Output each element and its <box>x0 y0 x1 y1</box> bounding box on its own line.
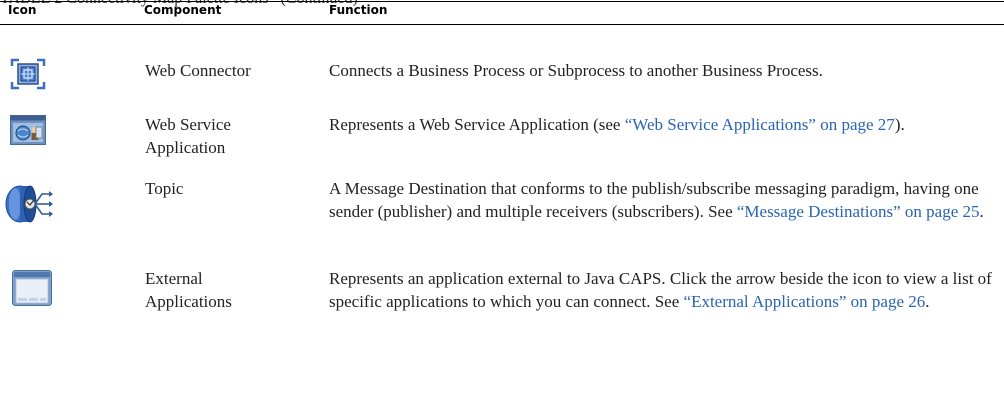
document-page: TABLE 2 Connectivity Map Palette Icons (… <box>0 0 1004 420</box>
component-topic: Topic <box>145 179 184 198</box>
component-external-applications: External Applications <box>145 269 232 311</box>
header-icon: Icon <box>8 3 37 17</box>
function-web-connector: Connects a Business Process or Subproces… <box>329 61 823 80</box>
table-row: Topic A Message Destination that conform… <box>0 170 1004 260</box>
component-web-connector: Web Connector <box>145 61 251 80</box>
function-text-end: . <box>925 292 930 311</box>
function-topic: A Message Destination that conforms to t… <box>329 177 999 223</box>
message-destinations-link[interactable]: “Message Destinations” on page 25 <box>737 202 980 221</box>
table-top-rule <box>0 1 1004 2</box>
function-external-applications: Represents an application external to Ja… <box>329 267 999 313</box>
external-applications-icon <box>12 270 52 311</box>
function-text-end: ). <box>894 115 905 134</box>
function-web-service-application: Represents a Web Service Application (se… <box>329 113 999 136</box>
table-row: External Applications Represents an appl… <box>0 260 1004 350</box>
web-service-applications-link[interactable]: “Web Service Applications” on page 27 <box>625 115 895 134</box>
header-function: Function <box>329 3 388 17</box>
table-row: Web Connector Connects a Business Proces… <box>0 24 1004 106</box>
table-row: Web Service Application Represents a Web… <box>0 106 1004 170</box>
component-web-service-application: Web Service Application <box>145 115 231 157</box>
function-text: Represents a Web Service Application (se… <box>329 115 625 134</box>
external-applications-link[interactable]: “External Applications” on page 26 <box>684 292 926 311</box>
header-component: Component <box>144 3 222 17</box>
function-text-end: . <box>979 202 984 221</box>
topic-icon <box>4 182 54 233</box>
web-service-application-icon <box>10 115 46 150</box>
web-connector-icon <box>10 58 46 95</box>
